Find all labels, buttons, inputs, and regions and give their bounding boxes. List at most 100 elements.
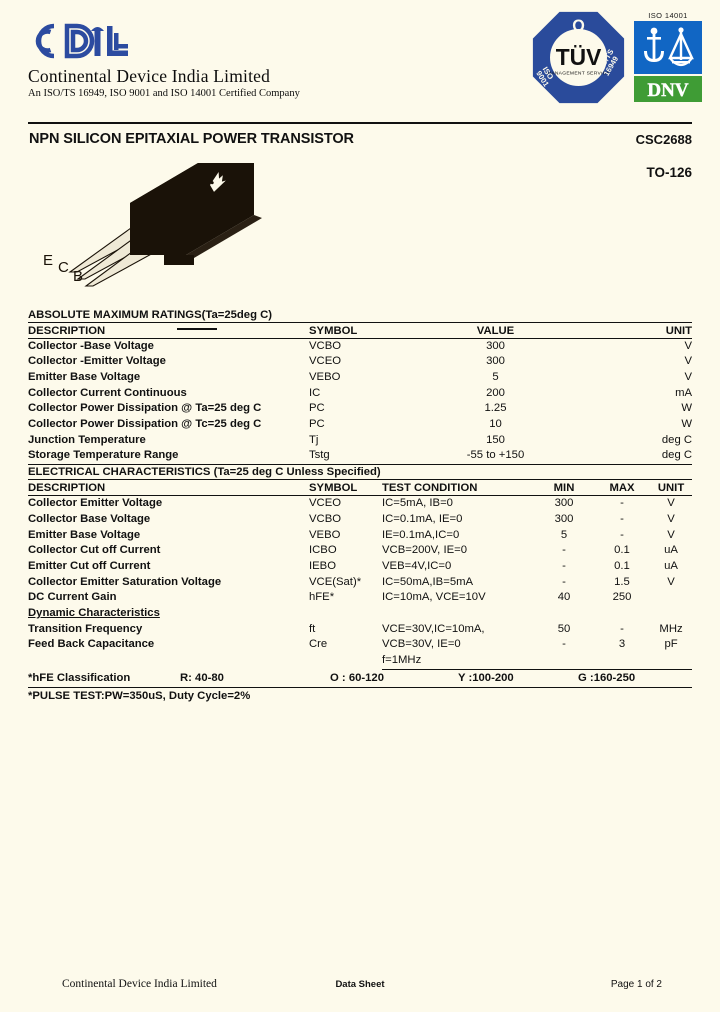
cell-min: 300: [554, 512, 574, 525]
cell-unit: pF: [664, 638, 678, 651]
cell-unit: V: [667, 528, 675, 541]
cell-min: [534, 653, 594, 670]
cell-symbol: VCBO: [309, 512, 342, 525]
cell-description: Feed Back Capacitance: [28, 638, 155, 651]
cell-value: -55 to +150: [466, 449, 525, 462]
cell-description: DC Current Gain: [28, 591, 117, 604]
abs-max-section-header: ABSOLUTE MAXIMUM RATINGS(Ta=25deg C): [28, 307, 693, 323]
cell-unit: V: [684, 370, 693, 383]
cell-max: 0.1: [614, 559, 630, 572]
cell-symbol: ft: [309, 622, 316, 635]
cell-symbol: PC: [309, 418, 325, 431]
elec-column-headers: DESCRIPTION SYMBOL TEST CONDITION MIN MA…: [28, 479, 693, 497]
company-name: Continental Device India Limited: [28, 66, 271, 86]
cell-description: Junction Temperature: [28, 433, 146, 446]
cell-value: 300: [486, 355, 505, 368]
table-row: Storage Temperature Range Tstg -55 to +1…: [28, 448, 692, 464]
cell-description: Collector Cut off Current: [28, 544, 161, 557]
cell-description: Collector Emitter Saturation Voltage: [28, 575, 222, 588]
hfe-class-g: G :160-250: [578, 669, 692, 688]
cell-test-condition: VCB=200V, IE=0: [382, 544, 468, 557]
cell-symbol: IEBO: [309, 559, 336, 572]
table-row: Collector Cut off Current ICBO VCB=200V,…: [28, 543, 692, 559]
table-row: Emitter Base Voltage VEBO IE=0.1mA,IC=0 …: [28, 528, 692, 544]
table-row: Emitter Cut off Current IEBO VEB=4V,IC=0…: [28, 559, 692, 575]
cell-max: 3: [618, 638, 626, 651]
cell-unit: W: [681, 402, 693, 415]
cell-max: -: [620, 622, 624, 635]
col-symbol: SYMBOL: [309, 479, 382, 497]
footer-page-number: Page 1 of 2: [610, 979, 662, 990]
cell-description: Emitter Base Voltage: [28, 370, 141, 383]
table-row: Collector Power Dissipation @ Tc=25 deg …: [28, 417, 692, 433]
cell-description: Collector -Emitter Voltage: [28, 355, 166, 368]
cell-min: -: [562, 559, 566, 572]
cell-unit: MHz: [659, 622, 683, 635]
table-row: Collector Emitter Voltage VCEO IC=5mA, I…: [28, 496, 692, 512]
pulse-test-note: *PULSE TEST:PW=350uS, Duty Cycle=2%: [28, 689, 251, 702]
tuv-q-glyph: Q: [572, 17, 585, 35]
cell-max: 1.5: [614, 575, 630, 588]
cell-description: Collector Power Dissipation @ Ta=25 deg …: [28, 402, 262, 415]
table-row: Collector Power Dissipation @ Ta=25 deg …: [28, 401, 692, 417]
part-number: CSC2688: [635, 132, 692, 147]
cell-symbol: Tstg: [309, 449, 330, 462]
page-header: Continental Device India Limited An ISO/…: [0, 0, 720, 118]
datasheet-page: Continental Device India Limited An ISO/…: [0, 0, 720, 1012]
cell-value: 1.25: [484, 402, 507, 415]
table-row: Transition Frequency ft VCE=30V,IC=10mA,…: [28, 622, 692, 638]
col-unit: UNIT: [650, 479, 693, 497]
table-row: Collector Current Continuous IC 200 mA: [28, 386, 692, 402]
elec-section-header: ELECTRICAL CHARACTERISTICS (Ta=25 deg C …: [28, 464, 693, 481]
table-row: Emitter Base Voltage VEBO 5 V: [28, 370, 692, 386]
cell-min: 40: [557, 591, 571, 604]
cell-symbol: VCBO: [309, 339, 342, 352]
cell-unit: W: [681, 418, 693, 431]
table-row-continuation: f=1MHz: [28, 653, 693, 670]
cell-unit: V: [667, 497, 675, 510]
cell-max: -: [620, 497, 624, 510]
cell-symbol: IC: [309, 386, 321, 399]
cell-test-condition: IC=5mA, IB=0: [382, 497, 453, 510]
cell-symbol: VEBO: [309, 370, 341, 383]
table-row: Collector -Base Voltage VCBO 300 V: [28, 338, 692, 354]
cell-unit: V: [667, 512, 675, 525]
col-value: VALUE: [412, 322, 579, 339]
cell-symbol: PC: [309, 402, 325, 415]
hfe-class-y: Y :100-200: [458, 669, 578, 688]
cell-min: 50: [557, 622, 571, 635]
cell-max: -: [620, 512, 624, 525]
dnv-anchor-scales-icon: [634, 21, 702, 74]
dynamic-characteristics-heading: Dynamic Characteristics: [28, 607, 160, 620]
cell-description: Emitter Base Voltage: [28, 528, 141, 541]
company-certification-line: An ISO/TS 16949, ISO 9001 and ISO 14001 …: [28, 88, 300, 99]
lead-label-e: E: [43, 252, 53, 269]
cell-test-condition: VCE=30V,IC=10mA,: [382, 622, 485, 635]
cell-value: 200: [486, 386, 505, 399]
cell-description: [28, 653, 309, 669]
abs-max-title: ABSOLUTE MAXIMUM RATINGS(Ta=25deg C): [28, 307, 693, 323]
cell-unit: mA: [675, 386, 693, 399]
cell-unit: V: [667, 575, 675, 588]
cell-symbol: Tj: [309, 433, 319, 446]
col-max: MAX: [594, 479, 650, 497]
col-unit: UNIT: [579, 322, 693, 339]
dnv-iso-label: ISO 14001: [648, 11, 688, 20]
cell-unit: [650, 590, 692, 606]
cell-description: Collector Power Dissipation @ Tc=25 deg …: [28, 418, 262, 431]
cell-max: [594, 653, 650, 670]
cell-symbol: VCE(Sat)*: [309, 575, 362, 588]
cell-symbol: hFE*: [309, 591, 335, 604]
cdil-logo-icon: [35, 23, 128, 59]
cell-unit: uA: [664, 559, 678, 572]
cell-test-condition: IC=0.1mA, IE=0: [382, 512, 463, 525]
cell-description: Collector Emitter Voltage: [28, 497, 163, 510]
col-test-condition: TEST CONDITION: [382, 479, 534, 497]
cell-symbol: [309, 653, 382, 669]
company-logo-block: Continental Device India Limited An ISO/…: [28, 18, 348, 99]
cell-test-condition: VCB=30V, IE=0: [382, 638, 461, 651]
table-row: Collector Base Voltage VCBO IC=0.1mA, IE…: [28, 512, 692, 528]
dnv-wordmark-text: DNV: [647, 80, 688, 101]
cell-unit: deg C: [661, 449, 693, 462]
dnv-wordmark: DNV: [634, 76, 702, 102]
